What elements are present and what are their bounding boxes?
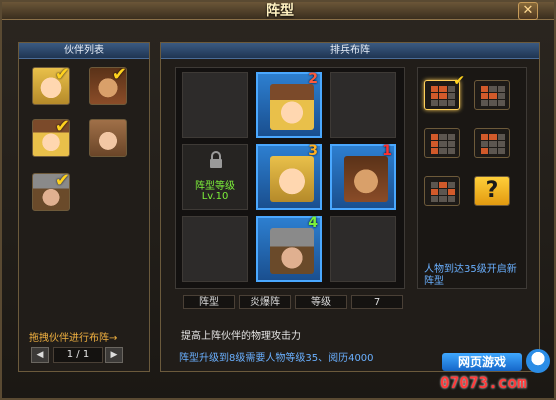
formation-slot-occupied[interactable]: 2: [256, 71, 322, 138]
lock-icon: [210, 151, 222, 168]
formation-option-button[interactable]: [424, 128, 460, 158]
formation-pattern-icon: [431, 134, 455, 154]
formation-slot-empty[interactable]: [330, 216, 396, 282]
formation-pattern-icon: [481, 134, 505, 154]
deployed-check-icon: ✔: [111, 67, 127, 85]
formation-window: 阵型 ✕ 伙伴列表 ✔ ✔ ✔ ✔ 拖拽伙伴进行布阵→ ◀ 1 / 1 ▶ 排兵…: [0, 0, 556, 400]
watermark-line2: 07073.com: [440, 373, 527, 392]
formation-slot-occupied[interactable]: 1: [330, 143, 396, 210]
site-watermark-logo: 网页游戏 07073.com: [436, 349, 556, 399]
formation-option-locked[interactable]: ?: [474, 176, 510, 206]
title-bar: 阵型 ✕: [2, 2, 554, 20]
pager-indicator: 1 / 1: [53, 347, 103, 363]
formation-pattern-icon: [481, 86, 505, 106]
deployed-check-icon: ✔: [54, 119, 70, 137]
pager-prev-button[interactable]: ◀: [31, 347, 49, 363]
lock-label: 阵型等级: [195, 181, 235, 192]
formation-title: 排兵布阵: [161, 43, 539, 59]
formation-option-button[interactable]: ✔: [424, 73, 465, 110]
unlock-hint: 人物到达35级开启新阵型: [424, 264, 517, 287]
pager-next-button[interactable]: ▶: [105, 347, 123, 363]
selected-check-icon: ✔: [453, 73, 465, 89]
watermark-line1: 网页游戏: [442, 353, 522, 371]
formation-panel: 排兵布阵 2 阵型等级 Lv.10 3 1 4 阵型 炎爆阵 等级 7 提高上阵…: [160, 42, 540, 372]
drag-hint: 拖拽伙伴进行布阵→: [29, 333, 118, 344]
formation-effect: 提高上阵伙伴的物理攻击力: [181, 331, 301, 342]
upgrade-requirement: 阵型升级到8级需要人物等级35、阅历4000: [179, 353, 374, 364]
formation-slot-occupied[interactable]: 3: [256, 143, 322, 210]
partner-avatar[interactable]: ✔: [32, 173, 70, 211]
partner-portrait: [344, 156, 388, 202]
deployed-check-icon: ✔: [54, 173, 70, 191]
window-title: 阵型: [266, 3, 294, 19]
formation-option-button[interactable]: [474, 80, 510, 110]
formation-slot-occupied[interactable]: 4: [256, 215, 322, 282]
formation-slot-locked: 阵型等级 Lv.10: [182, 144, 248, 210]
partner-portrait: [270, 156, 314, 202]
formation-option-button[interactable]: [424, 176, 460, 206]
partner-avatar[interactable]: [89, 119, 127, 157]
partner-portrait: [270, 84, 314, 130]
partner-avatar[interactable]: ✔: [32, 67, 70, 105]
question-mark-icon: ?: [475, 177, 509, 205]
formation-name-value: 炎爆阵: [239, 295, 291, 309]
formation-slot-empty[interactable]: [330, 72, 396, 138]
deployed-check-icon: ✔: [54, 67, 70, 85]
partner-list-title: 伙伴列表: [19, 43, 149, 59]
partner-avatar[interactable]: ✔: [89, 67, 127, 105]
formation-pattern-icon: [431, 182, 455, 202]
formation-slot-empty[interactable]: [182, 216, 248, 282]
partner-list-panel: 伙伴列表 ✔ ✔ ✔ ✔ 拖拽伙伴进行布阵→ ◀ 1 / 1 ▶: [18, 42, 150, 372]
partner-portrait: [270, 228, 314, 274]
lock-level: Lv.10: [201, 191, 229, 202]
formation-slot-empty[interactable]: [182, 72, 248, 138]
formation-level-label: 等级: [295, 295, 347, 309]
formation-option-button[interactable]: [474, 128, 510, 158]
mascot-icon: [526, 349, 550, 373]
formation-level-value: 7: [351, 295, 403, 309]
partner-avatar[interactable]: ✔: [32, 119, 70, 157]
formation-name-label: 阵型: [183, 295, 235, 309]
formation-pattern-icon: [431, 86, 455, 106]
formation-picker: ✔ ? 人物到达35级开启新阵型: [417, 67, 527, 289]
formation-grid: 2 阵型等级 Lv.10 3 1 4: [175, 67, 405, 289]
close-button[interactable]: ✕: [518, 2, 538, 20]
